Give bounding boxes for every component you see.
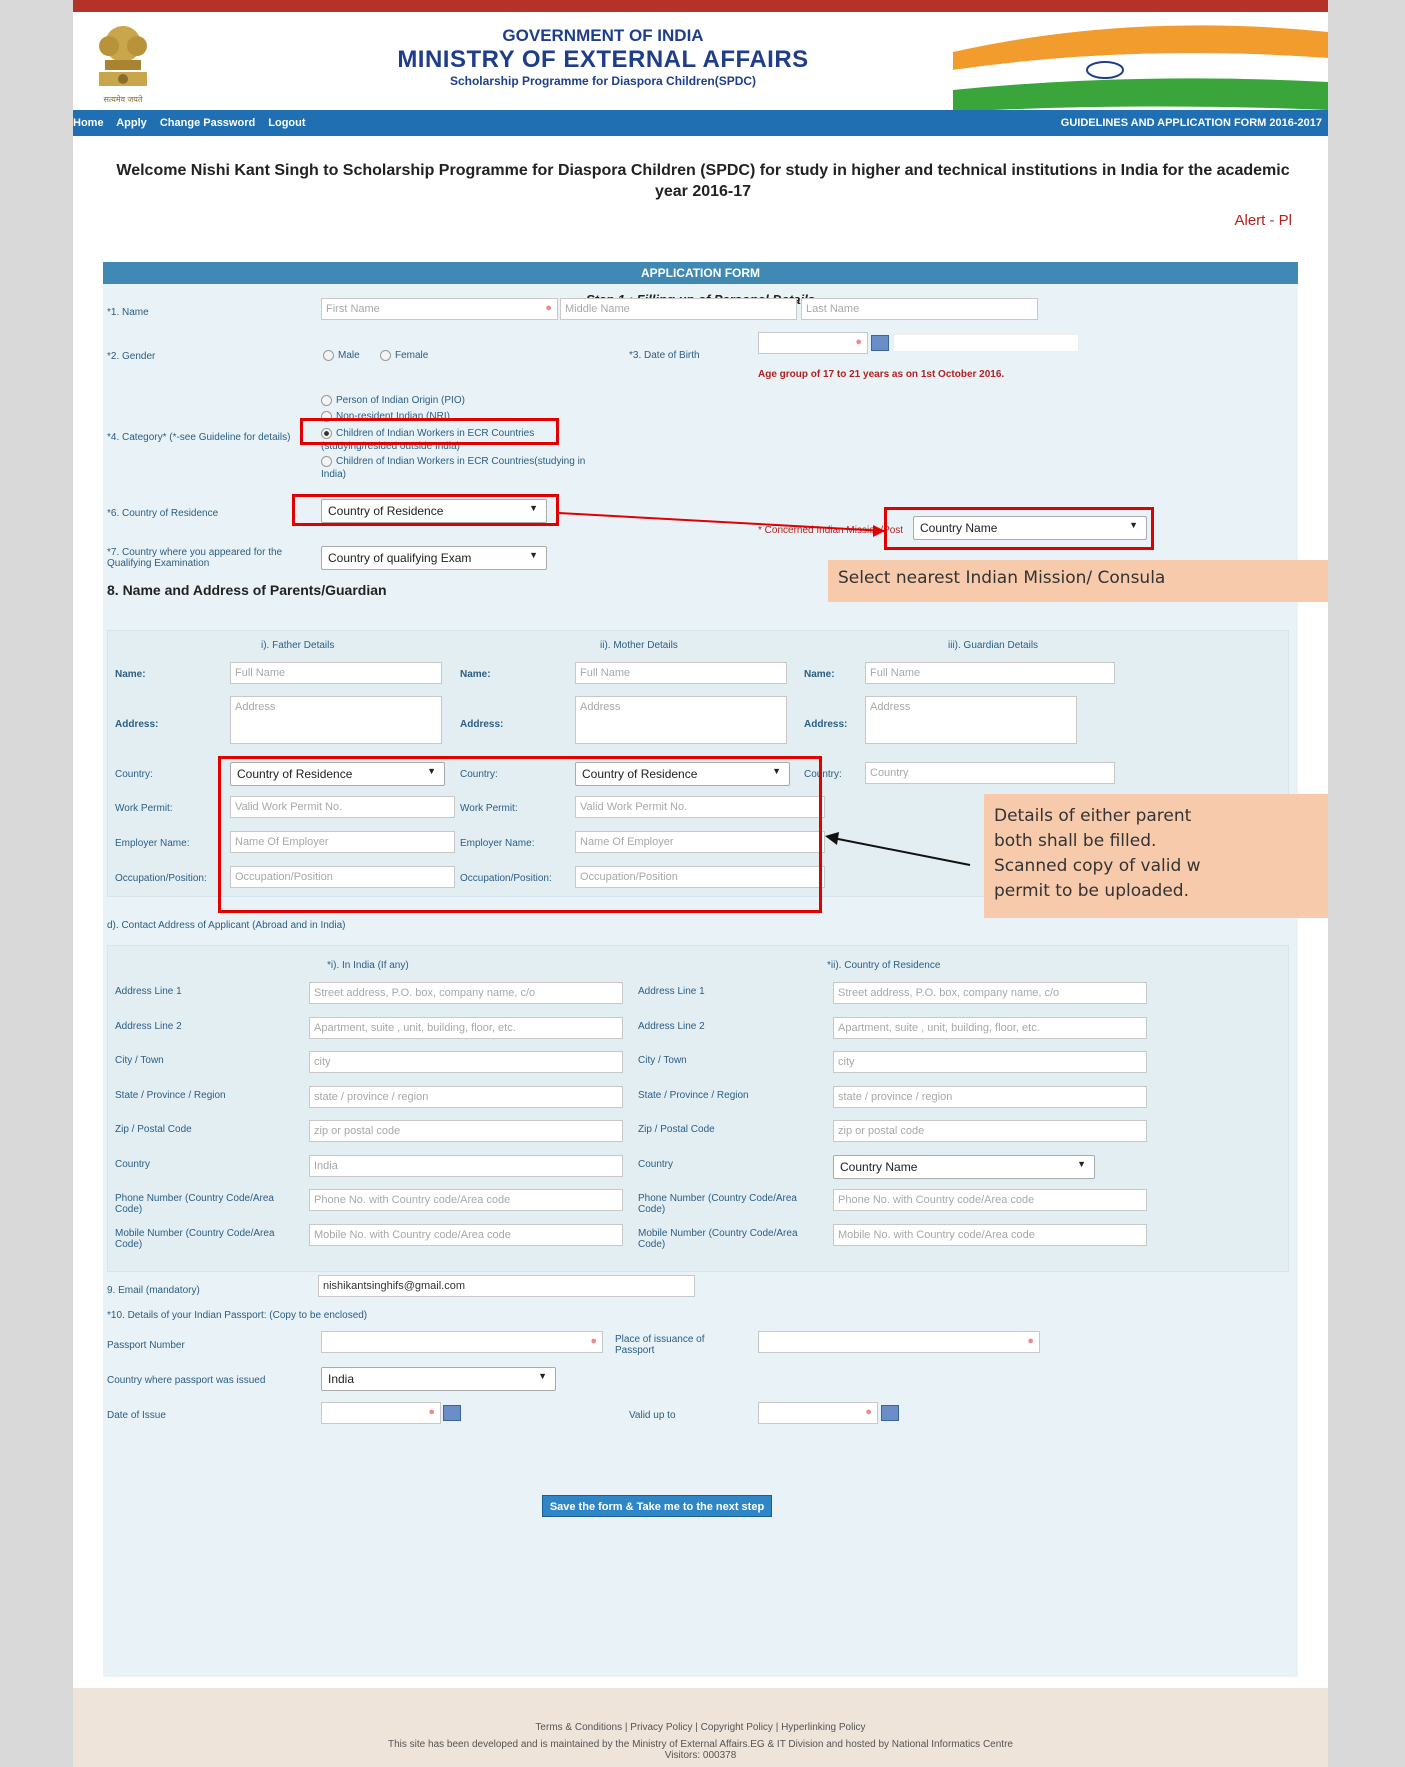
parents-callout: Details of either parent both shall be f…	[984, 794, 1328, 918]
footer-links[interactable]: Terms & Conditions | Privacy Policy | Co…	[73, 1722, 1328, 1733]
mission-callout: Select nearest Indian Mission/ Consula	[828, 560, 1328, 602]
callout-line-2: both shall be filled.	[994, 831, 1157, 851]
footer-credit: This site has been developed and is main…	[388, 1739, 1013, 1750]
callout-line-4: permit to be uploaded.	[994, 881, 1189, 901]
callout-line-1: Details of either parent	[994, 806, 1192, 826]
callout-line-3: Scanned copy of valid w	[994, 856, 1201, 876]
footer-visitors: Visitors: 000378	[664, 1750, 737, 1761]
site-footer: Terms & Conditions | Privacy Policy | Co…	[73, 1688, 1328, 1767]
page: सत्यमेव जयते GOVERNMENT OF INDIA MINISTR…	[73, 0, 1328, 1767]
